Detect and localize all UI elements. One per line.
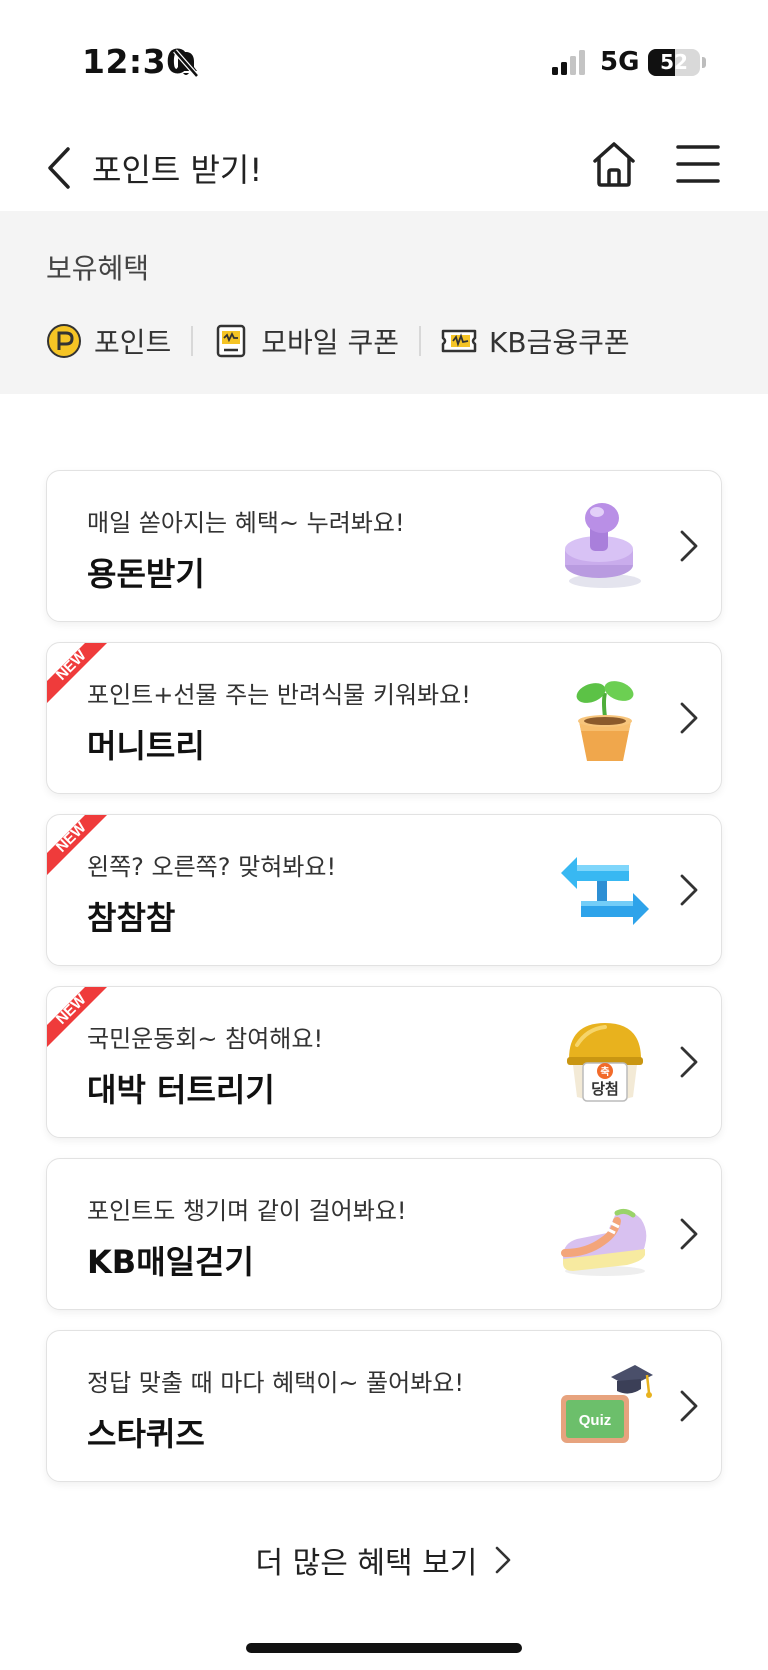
chevron-right-icon [680,530,698,562]
card-subtitle: 포인트+선물 주는 반려식물 키워봐요! [87,681,471,709]
mobile-coupon-icon [217,324,246,358]
holding-mobile-coupon[interactable]: 모바일 쿠폰 [213,321,399,361]
app-header: 포인트 받기! [0,125,768,211]
holdings-row: 포인트 모바일 쿠폰 KB금융쿠폰 [46,321,630,361]
chevron-right-icon [680,1046,698,1078]
card-title: 스타퀴즈 [87,1415,205,1453]
card-money-tree[interactable]: NEW 포인트+선물 주는 반려식물 키워봐요! 머니트리 [46,642,722,794]
more-benefits-label: 더 많은 혜택 보기 [255,1546,478,1581]
holding-point-label: 포인트 [94,326,172,359]
direction-sign-icon [561,857,649,925]
battery-level: 52 [660,50,688,74]
lucky-ball-badge: 축 [600,1065,609,1078]
holding-mobile-coupon-label: 모바일 쿠폰 [261,326,399,359]
card-title: KB매일걷기 [87,1243,254,1281]
card-kb-walk[interactable]: 포인트도 챙기며 같이 걸어봐요! KB매일걷기 [46,1158,722,1310]
home-indicator [246,1643,522,1653]
network-label: 5G [600,47,640,77]
battery-tip [702,57,706,68]
chevron-right-icon [680,874,698,906]
more-benefits-link[interactable]: 더 많은 혜택 보기 [0,1538,768,1582]
card-title: 머니트리 [87,727,205,765]
card-subtitle: 포인트도 챙기며 같이 걸어봐요! [87,1197,407,1225]
sneaker-icon [561,1208,647,1276]
divider [418,326,421,356]
holdings-section: 보유혜택 포인트 모바일 쿠폰 KB금융쿠폰 [0,211,768,394]
holding-kb-coupon[interactable]: KB금융쿠폰 [441,321,630,361]
card-jackpot[interactable]: NEW 국민운동회~ 참여해요! 대박 터트리기 축 당첨 [46,986,722,1138]
chevron-right-icon [680,1390,698,1422]
card-chamchamcham[interactable]: NEW 왼쪽? 오른쪽? 맞혀봐요! 참참참 [46,814,722,966]
plant-pot-icon [576,681,634,761]
holding-kb-coupon-label: KB금융쿠폰 [488,326,630,359]
card-title: 용돈받기 [87,555,205,593]
divider [191,326,194,356]
chevron-right-icon [680,702,698,734]
stamp-icon [565,503,641,588]
card-subtitle: 왼쪽? 오른쪽? 맞혀봐요! [87,853,337,881]
holding-point[interactable]: 포인트 [46,321,171,361]
signal-icon [552,50,585,75]
card-subtitle: 매일 쏟아지는 혜택~ 누려봐요! [87,509,405,537]
point-coin-icon [47,324,81,358]
quiz-board-text: Quiz [579,1412,612,1429]
lucky-ball-text: 당첨 [591,1080,619,1098]
kb-coupon-icon [441,329,477,353]
chevron-right-icon [496,1546,511,1574]
card-star-quiz[interactable]: 정답 맞출 때 마다 혜택이~ 풀어봐요! 스타퀴즈 Quiz [46,1330,722,1482]
chevron-right-icon [680,1218,698,1250]
quiz-board-icon: Quiz [561,1365,653,1443]
card-subtitle: 정답 맞출 때 마다 혜택이~ 풀어봐요! [87,1369,464,1397]
status-bar: 12:30 5G 52 [0,0,768,120]
bell-muted-icon [173,49,199,78]
menu-icon[interactable] [676,143,720,185]
back-chevron-icon[interactable] [44,145,74,191]
home-icon[interactable] [590,139,638,189]
card-allowance[interactable]: 매일 쏟아지는 혜택~ 누려봐요! 용돈받기 [46,470,722,622]
holdings-title: 보유혜택 [46,252,150,285]
card-title: 참참참 [87,899,176,937]
page-title: 포인트 받기! [92,151,263,189]
battery-icon: 52 [648,49,700,76]
lucky-ball-icon: 축 당첨 [567,1023,643,1102]
card-subtitle: 국민운동회~ 참여해요! [87,1025,324,1053]
page: 12:30 5G 52 포인트 받기! 보유혜택 포인트 모바일 쿠폰 KB금융… [0,0,768,1670]
card-title: 대박 터트리기 [87,1071,275,1109]
